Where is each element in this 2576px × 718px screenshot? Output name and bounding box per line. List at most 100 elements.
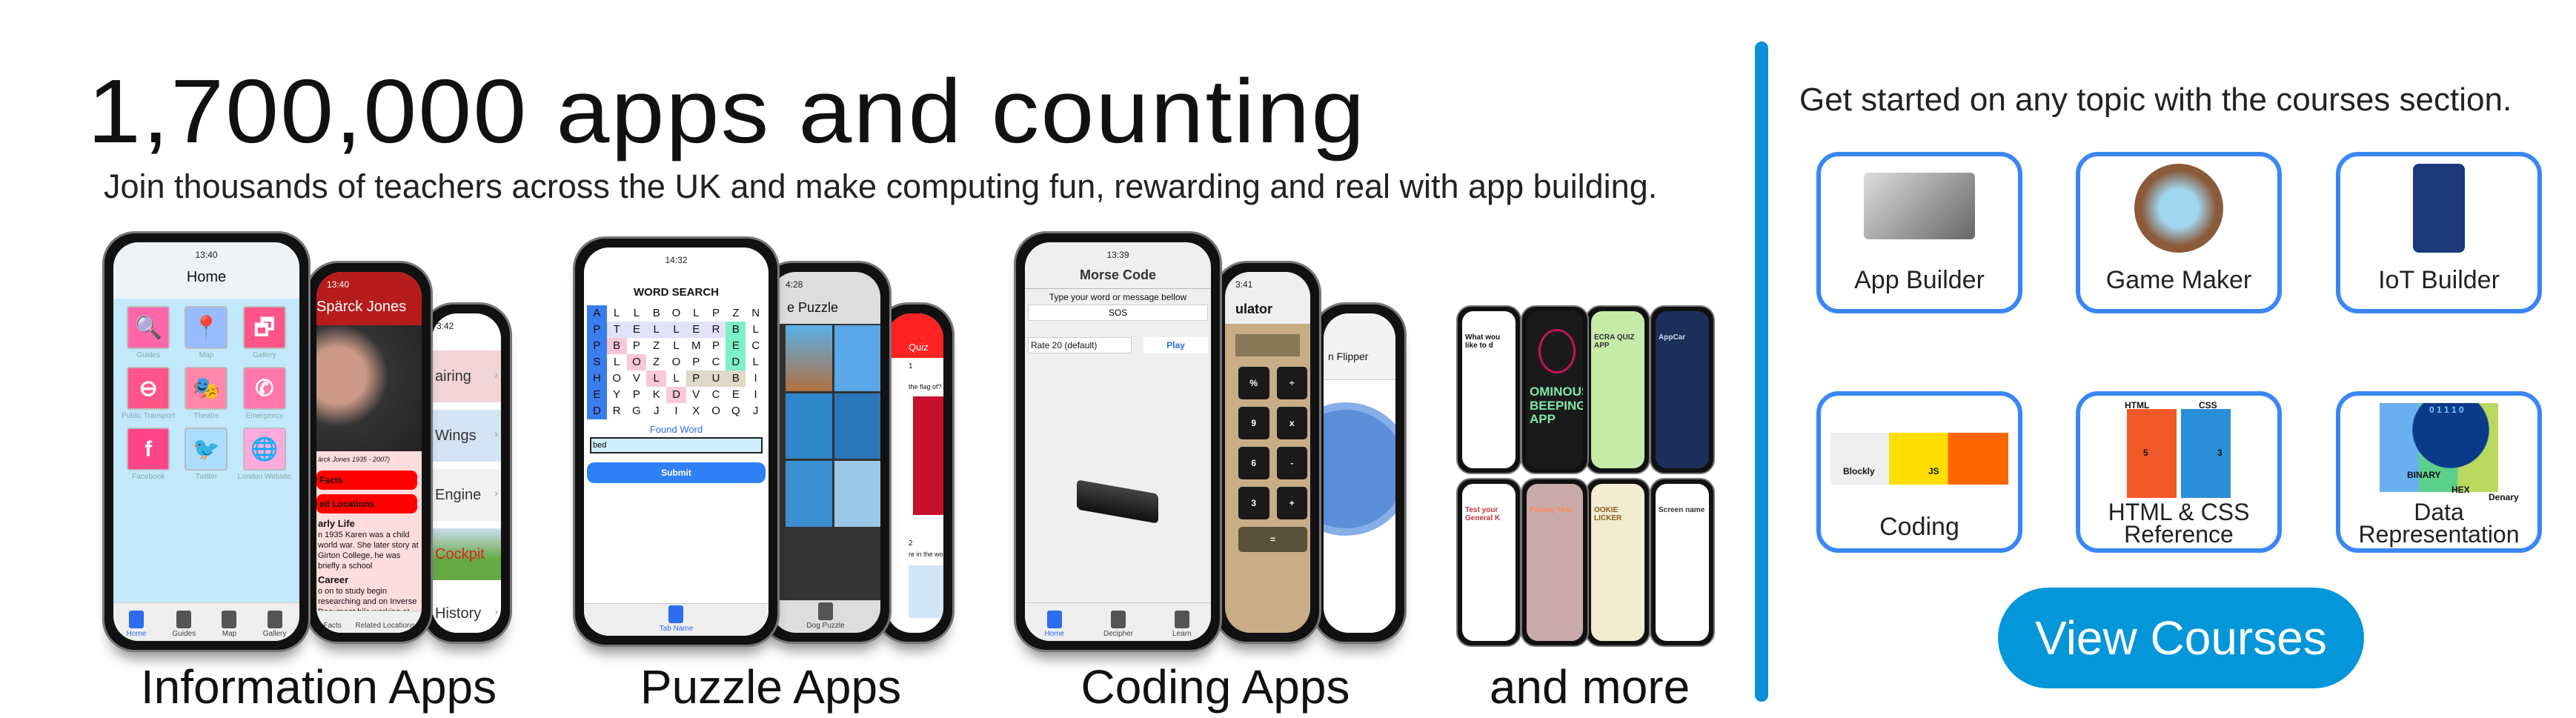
tab-facts[interactable]: Facts: [323, 622, 341, 630]
app-icon-public-transport[interactable]: ⊖ Public Transport: [119, 367, 177, 420]
grid-letter[interactable]: Y: [607, 387, 627, 403]
grid-letter[interactable]: L: [607, 305, 627, 322]
calc-key[interactable]: x: [1276, 407, 1307, 439]
grid-letter[interactable]: P: [706, 338, 726, 354]
grid-letter[interactable]: G: [627, 403, 647, 419]
grid-letter[interactable]: T: [606, 322, 627, 338]
grid-letter[interactable]: E: [726, 338, 746, 354]
word-search-grid[interactable]: ALLBOLPZNPTELLERBLPBPZLMPECSLOZOPCDLHOVL…: [587, 305, 766, 419]
grid-letter[interactable]: O: [666, 354, 686, 370]
course-card-game-maker[interactable]: Game Maker: [2076, 152, 2282, 313]
app-icon-guides[interactable]: 🔍 Guides: [119, 306, 177, 359]
course-card-html-css[interactable]: HTML CSS 5 3 HTML & CSS Reference: [2076, 391, 2282, 553]
app-icon-twitter[interactable]: 🐦 Twitter: [177, 428, 235, 481]
grid-letter[interactable]: P: [706, 305, 726, 322]
rate-select[interactable]: Rate 20 (default): [1028, 337, 1132, 353]
facts-button[interactable]: Facts: [316, 471, 417, 490]
grid-letter[interactable]: C: [746, 338, 766, 354]
grid-letter[interactable]: L: [746, 354, 766, 370]
course-card-coding[interactable]: Blockly JS Coding: [1816, 391, 2022, 553]
grid-letter[interactable]: L: [746, 322, 766, 338]
grid-letter[interactable]: E: [726, 387, 746, 403]
grid-letter[interactable]: B: [646, 305, 666, 322]
grid-letter[interactable]: L: [666, 370, 686, 387]
grid-letter[interactable]: S: [587, 354, 607, 370]
grid-letter[interactable]: V: [686, 387, 706, 403]
calc-key[interactable]: -: [1276, 447, 1307, 479]
grid-letter[interactable]: L: [666, 322, 686, 338]
tab-home[interactable]: Home: [127, 611, 146, 638]
grid-letter[interactable]: P: [686, 370, 706, 387]
message-input[interactable]: [1028, 305, 1208, 321]
grid-letter[interactable]: C: [706, 387, 726, 403]
grid-letter[interactable]: R: [706, 322, 726, 338]
list-item[interactable]: Cockpit ›: [432, 528, 501, 580]
grid-letter[interactable]: V: [627, 370, 647, 387]
app-icon-map[interactable]: 📍 Map: [177, 306, 235, 359]
calc-key[interactable]: ÷: [1276, 367, 1307, 399]
grid-letter[interactable]: E: [686, 322, 706, 338]
app-icon-theatre[interactable]: 🎭 Theatre: [177, 367, 235, 420]
grid-letter[interactable]: I: [746, 387, 766, 403]
calc-key[interactable]: 6: [1238, 447, 1269, 479]
grid-letter[interactable]: E: [626, 322, 647, 338]
tab-decipher[interactable]: Decipher: [1103, 611, 1133, 638]
course-card-app-builder[interactable]: App Builder: [1816, 152, 2022, 313]
grid-letter[interactable]: I: [666, 403, 686, 419]
coin-image[interactable]: [1324, 402, 1395, 536]
tab-related[interactable]: Related Locations: [356, 622, 415, 630]
grid-letter[interactable]: Z: [646, 354, 666, 370]
related-locations-button[interactable]: ed Locations: [316, 494, 417, 513]
app-icon-gallery[interactable]: 🗗 Gallery: [236, 306, 293, 359]
grid-letter[interactable]: M: [686, 338, 706, 354]
grid-letter[interactable]: Z: [726, 305, 746, 322]
grid-letter[interactable]: O: [666, 305, 686, 322]
found-word-input[interactable]: [590, 437, 763, 453]
grid-letter[interactable]: L: [686, 305, 706, 322]
grid-letter[interactable]: P: [627, 338, 647, 354]
grid-letter[interactable]: P: [686, 354, 706, 370]
grid-letter[interactable]: L: [646, 322, 667, 338]
grid-letter[interactable]: U: [706, 370, 726, 387]
app-icon-facebook[interactable]: f Facebook: [119, 428, 177, 481]
calc-key[interactable]: =: [1238, 527, 1307, 552]
tab-home[interactable]: Home: [1044, 611, 1064, 638]
grid-letter[interactable]: B: [726, 322, 746, 338]
calc-key[interactable]: %: [1238, 367, 1269, 399]
tab-map[interactable]: Map: [222, 611, 237, 638]
calc-key[interactable]: 3: [1238, 487, 1269, 519]
grid-letter[interactable]: P: [587, 338, 607, 354]
grid-letter[interactable]: N: [746, 305, 766, 322]
grid-letter[interactable]: E: [587, 387, 607, 403]
grid-letter[interactable]: Q: [726, 403, 746, 419]
grid-letter[interactable]: O: [706, 403, 726, 419]
grid-letter[interactable]: P: [587, 322, 607, 338]
app-icon-emergency[interactable]: ✆ Emergency: [236, 367, 293, 420]
grid-letter[interactable]: H: [587, 370, 607, 387]
grid-letter[interactable]: B: [606, 338, 627, 354]
grid-letter[interactable]: J: [746, 403, 766, 419]
tab-learn[interactable]: Learn: [1172, 611, 1192, 638]
tab-guides[interactable]: Guides: [173, 611, 196, 638]
grid-letter[interactable]: B: [726, 370, 746, 387]
grid-letter[interactable]: L: [607, 354, 627, 370]
list-item[interactable]: airing ›: [432, 350, 501, 402]
grid-letter[interactable]: O: [607, 370, 627, 387]
calc-key[interactable]: +: [1276, 487, 1307, 519]
grid-letter[interactable]: L: [627, 305, 647, 322]
view-courses-button[interactable]: View Courses: [1998, 588, 2364, 688]
grid-letter[interactable]: D: [587, 403, 607, 419]
play-button[interactable]: Play: [1143, 337, 1208, 353]
tab-gallery[interactable]: Gallery: [263, 611, 286, 638]
grid-letter[interactable]: D: [666, 387, 686, 403]
grid-letter[interactable]: I: [746, 370, 766, 387]
course-card-data[interactable]: 0 1 1 1 0 BINARY HEX Denary Data Representati…: [2336, 391, 2542, 553]
grid-letter[interactable]: D: [726, 354, 746, 370]
grid-letter[interactable]: P: [627, 387, 647, 403]
list-item[interactable]: History ›: [432, 588, 501, 633]
grid-letter[interactable]: X: [686, 403, 706, 419]
grid-letter[interactable]: K: [646, 387, 666, 403]
grid-letter[interactable]: O: [626, 354, 647, 370]
grid-letter[interactable]: C: [706, 354, 726, 370]
app-icon-london-website[interactable]: 🌐 London Website: [236, 428, 293, 481]
